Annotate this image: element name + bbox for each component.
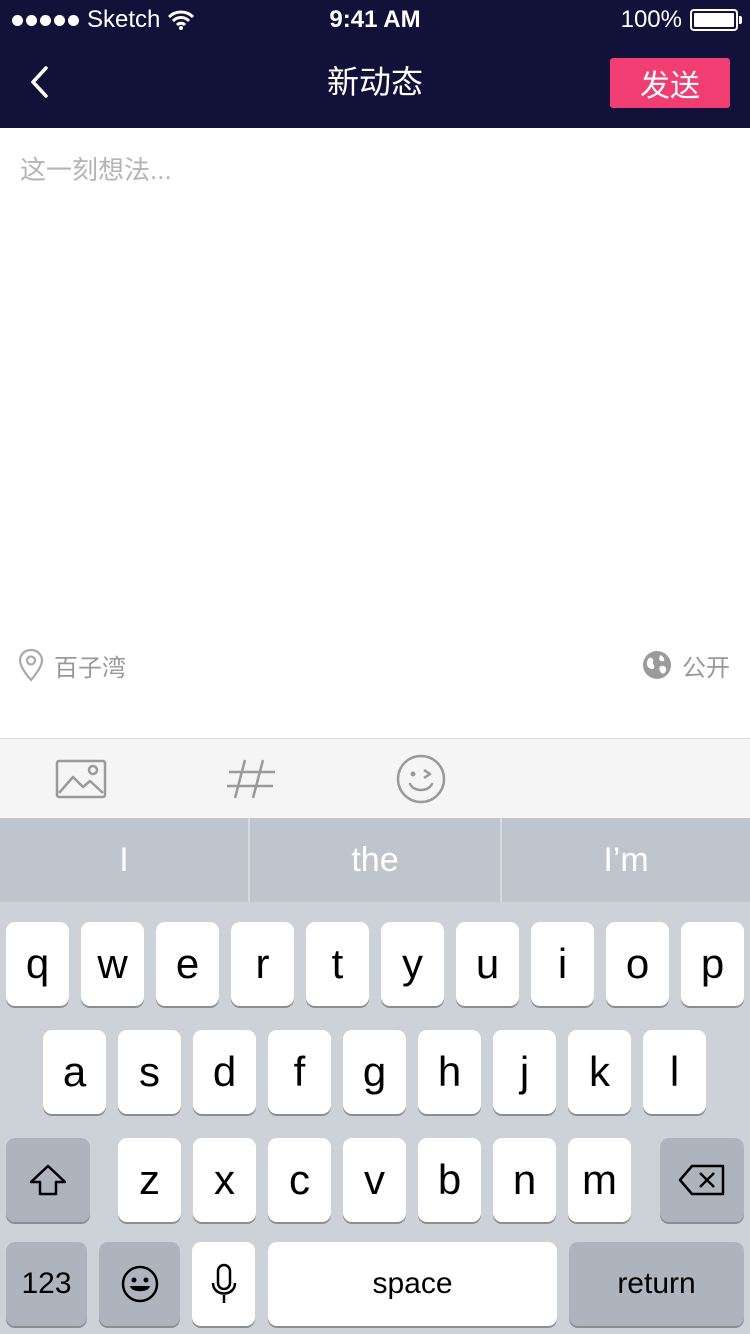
keyboard: q w e r t y u i o p a s d f g h j k l z … [0,902,750,1334]
visibility-selector[interactable]: 公开 [642,646,730,684]
key-t[interactable]: t [306,922,369,1006]
top-header: Sketch 9:41 AM 100% 新动态 发送 [0,0,750,128]
location-selector[interactable]: 百子湾 [18,646,126,684]
key-m[interactable]: m [568,1138,631,1222]
emoji-key[interactable] [99,1242,180,1326]
key-r[interactable]: r [231,922,294,1006]
key-y[interactable]: y [381,922,444,1006]
key-c[interactable]: c [268,1138,331,1222]
add-image-button[interactable] [53,753,109,805]
location-pin-icon [18,648,44,682]
visibility-label: 公开 [682,654,730,682]
key-s[interactable]: s [118,1030,181,1114]
key-a[interactable]: a [43,1030,106,1114]
shift-arrow-icon [29,1164,67,1196]
microphone-icon [211,1263,236,1303]
post-editor: 百子湾 公开 [0,128,750,738]
numbers-key[interactable]: 123 [6,1242,87,1326]
key-g[interactable]: g [343,1030,406,1114]
post-text-input[interactable] [20,150,730,600]
key-j[interactable]: j [493,1030,556,1114]
keyboard-suggestion-bar: I the I’m [0,818,750,902]
suggestion-item[interactable]: I [0,818,248,902]
key-o[interactable]: o [606,922,669,1006]
dictation-key[interactable] [192,1242,255,1326]
add-emoji-button[interactable] [393,753,449,805]
globe-icon [643,651,671,679]
add-hashtag-button[interactable] [223,753,279,805]
status-right: 100% [620,6,742,34]
key-w[interactable]: w [81,922,144,1006]
backspace-icon [678,1164,725,1196]
key-e[interactable]: e [156,922,219,1006]
key-f[interactable]: f [268,1030,331,1114]
space-key[interactable]: space [268,1242,557,1326]
backspace-key[interactable] [660,1138,744,1222]
key-l[interactable]: l [643,1030,706,1114]
location-label: 百子湾 [54,654,126,682]
battery-icon [690,9,742,31]
key-z[interactable]: z [118,1138,181,1222]
key-p[interactable]: p [681,922,744,1006]
emoji-keyboard-icon [121,1265,158,1303]
send-button[interactable]: 发送 [610,58,730,108]
emoji-icon [396,754,446,804]
key-h[interactable]: h [418,1030,481,1114]
key-u[interactable]: u [456,922,519,1006]
image-icon [55,759,107,799]
hashtag-icon [227,759,275,799]
key-b[interactable]: b [418,1138,481,1222]
key-k[interactable]: k [568,1030,631,1114]
key-x[interactable]: x [193,1138,256,1222]
key-n[interactable]: n [493,1138,556,1222]
compose-toolbar [0,738,750,818]
suggestion-item[interactable]: I’m [502,818,750,902]
battery-percent: 100% [620,6,682,33]
key-v[interactable]: v [343,1138,406,1222]
suggestion-item[interactable]: the [250,818,500,902]
return-key[interactable]: return [569,1242,744,1326]
key-d[interactable]: d [193,1030,256,1114]
key-i[interactable]: i [531,922,594,1006]
key-q[interactable]: q [6,922,69,1006]
status-bar: Sketch 9:41 AM 100% [0,0,750,40]
shift-key[interactable] [6,1138,90,1222]
